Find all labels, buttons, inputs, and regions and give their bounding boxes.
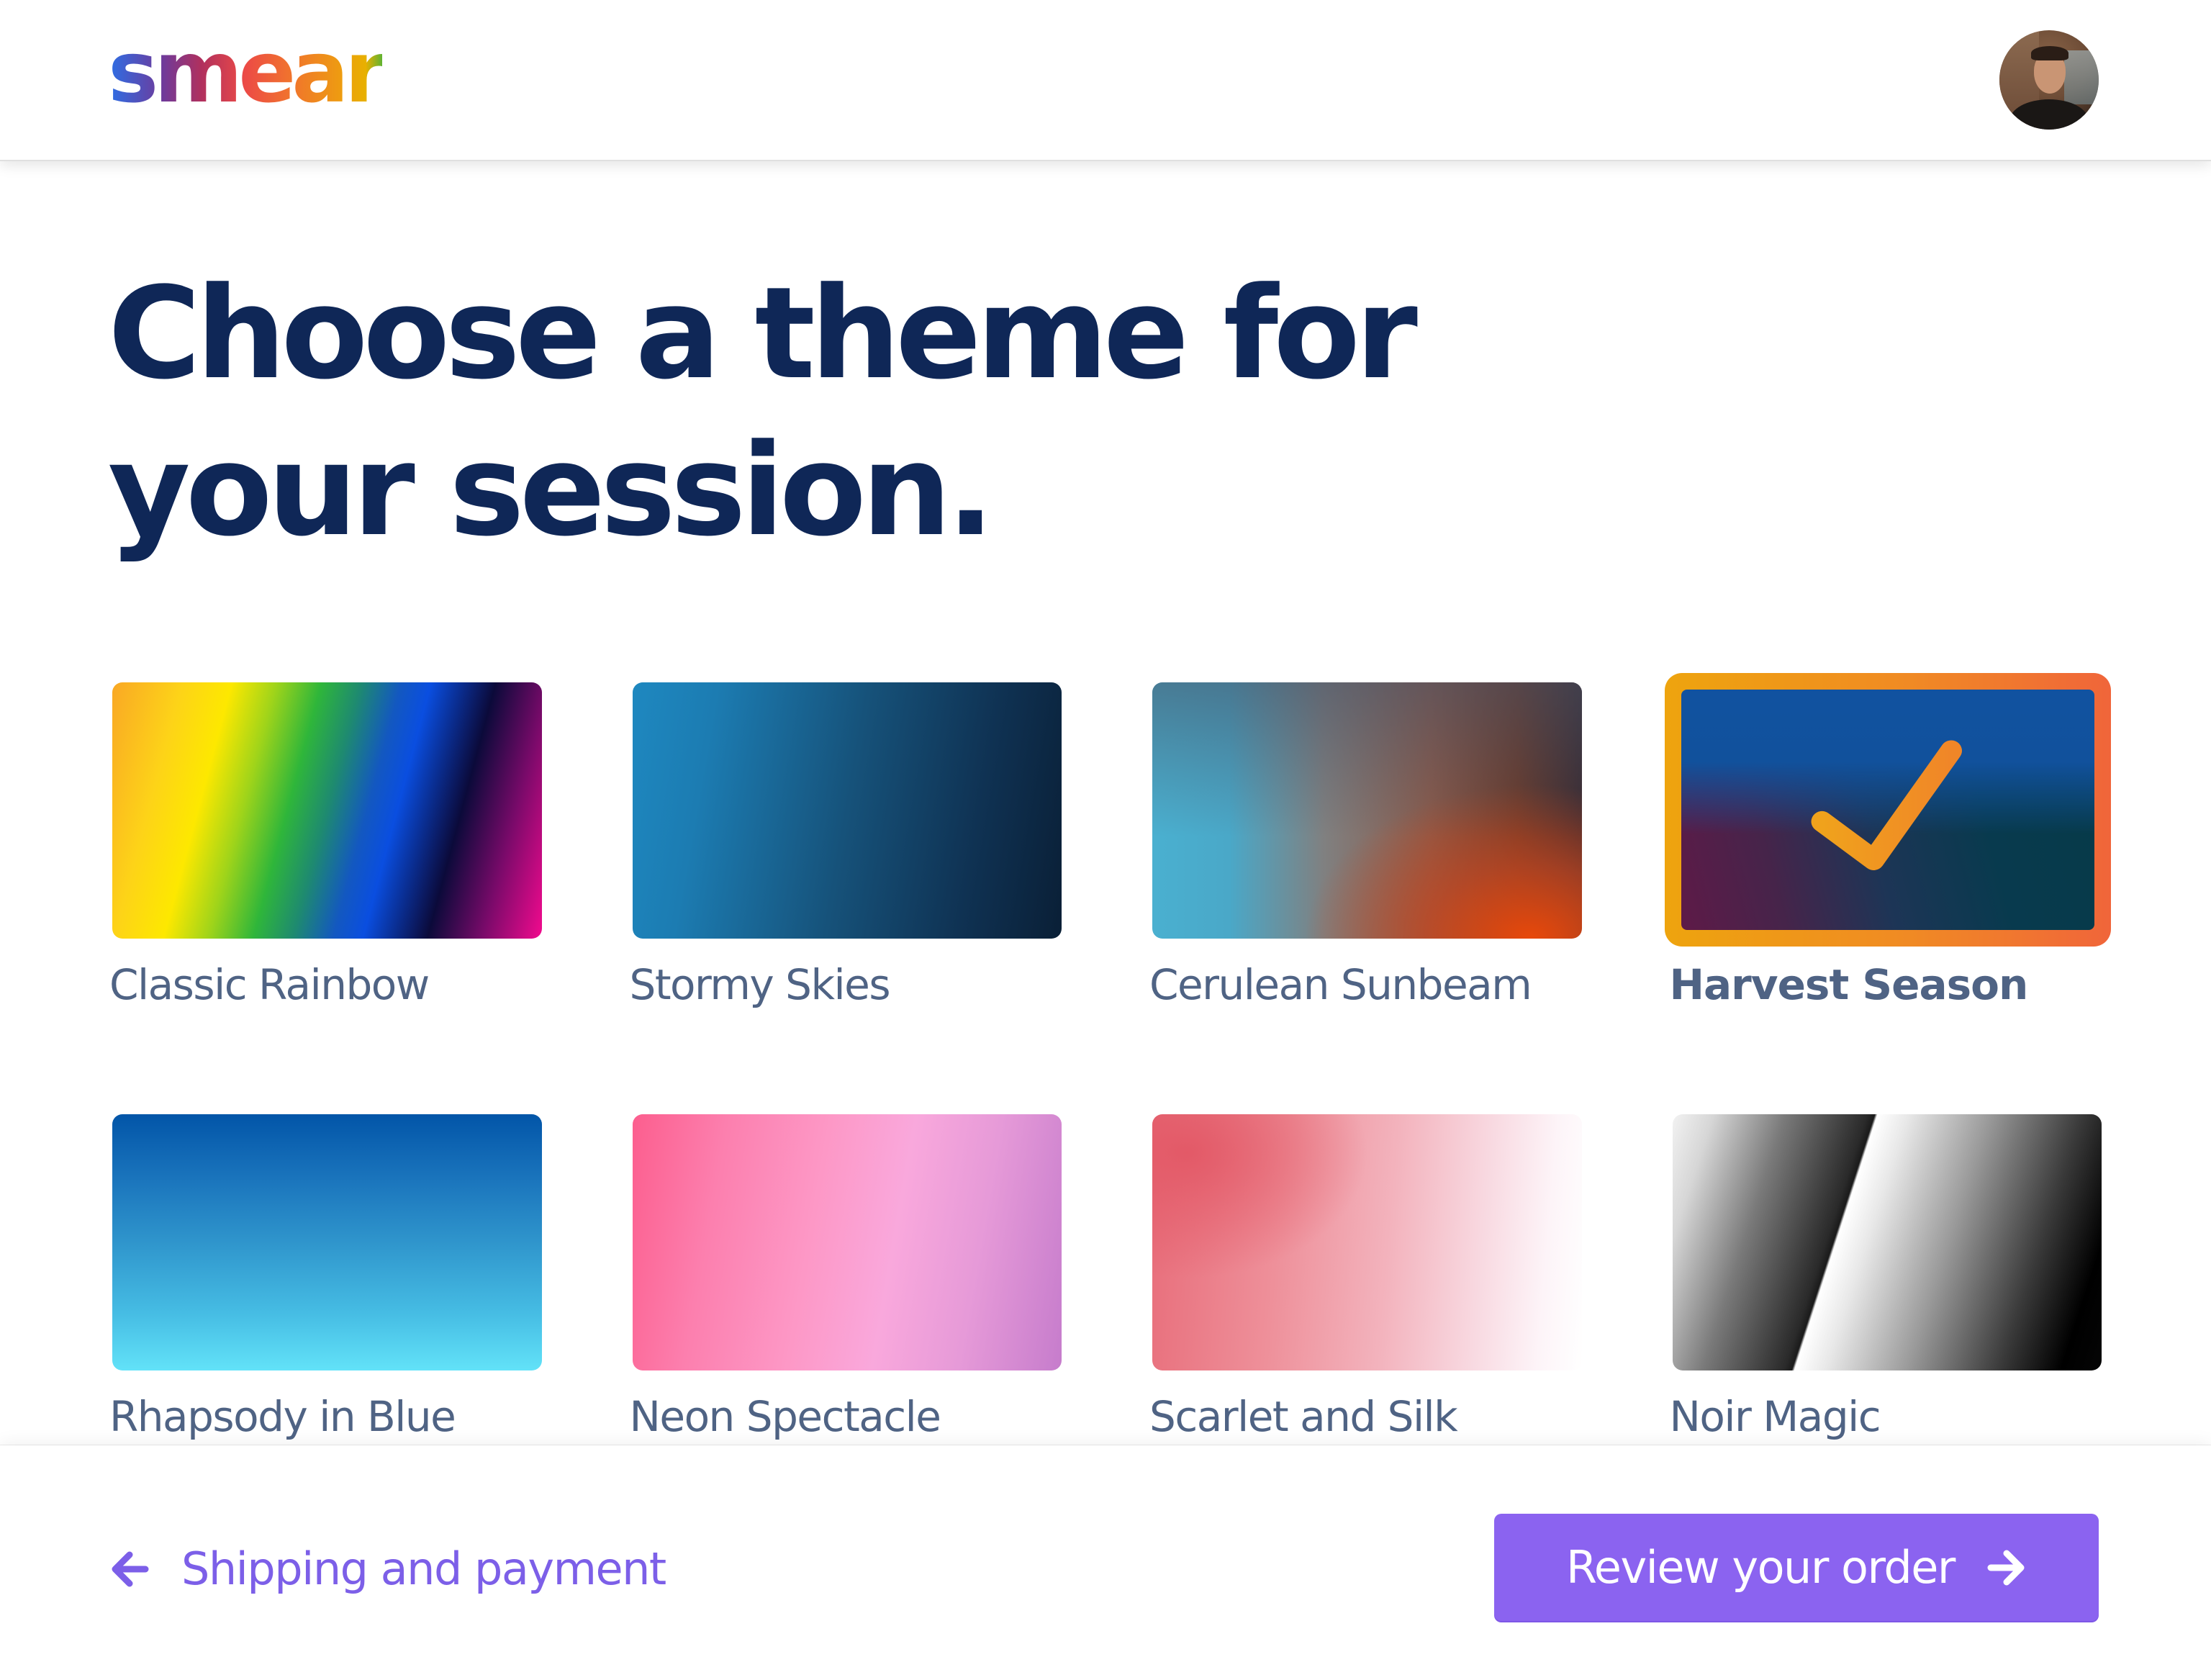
theme-label: Scarlet and Silk: [1149, 1392, 1458, 1441]
theme-label: Neon Spectacle: [629, 1392, 941, 1441]
top-header: smear: [0, 0, 2211, 160]
theme-option-noir-magic[interactable]: Noir Magic: [1670, 1114, 2102, 1441]
review-order-button[interactable]: Review your order: [1494, 1514, 2099, 1621]
theme-label: Classic Rainbow: [109, 960, 430, 1009]
avatar-photo-background-window: [2063, 50, 2099, 105]
theme-swatch[interactable]: [1152, 1114, 1582, 1370]
theme-option-scarlet-and-silk[interactable]: Scarlet and Silk: [1149, 1114, 1582, 1441]
avatar-photo-hair: [2031, 46, 2068, 60]
theme-swatch[interactable]: [1681, 690, 2094, 930]
theme-label: Cerulean Sunbeam: [1149, 960, 1532, 1009]
arrow-left-icon: [112, 1551, 149, 1587]
theme-swatch[interactable]: [1672, 1114, 2102, 1370]
theme-swatch[interactable]: [632, 1114, 1062, 1370]
theme-swatch[interactable]: [632, 682, 1062, 939]
theme-option-stormy-skies[interactable]: Stormy Skies: [630, 682, 1062, 1009]
theme-label: Stormy Skies: [629, 960, 891, 1009]
page-title-line-2: your session.: [108, 417, 995, 564]
page-title: Choose a theme for your session.: [108, 256, 1547, 569]
theme-grid: Classic Rainbow Stormy Skies Cerulean Su…: [109, 673, 2111, 1441]
arrow-right-icon: [1987, 1550, 2025, 1585]
theme-option-neon-spectacle[interactable]: Neon Spectacle: [630, 1114, 1062, 1441]
page-title-line-1: Choose a theme for: [108, 260, 1418, 407]
theme-option-classic-rainbow[interactable]: Classic Rainbow: [109, 682, 542, 1009]
theme-label-selected: Harvest Season: [1669, 960, 2029, 1009]
theme-swatch[interactable]: [112, 1114, 542, 1370]
theme-option-harvest-season[interactable]: Harvest Season: [1664, 673, 2111, 1009]
footer-nav: Shipping and payment Review your order: [0, 1445, 2211, 1680]
theme-option-rhapsody-in-blue[interactable]: Rhapsody in Blue: [109, 1114, 542, 1441]
checkmark-icon: [1811, 740, 1962, 870]
swatch-shade: [1152, 682, 1582, 836]
user-avatar[interactable]: [1999, 30, 2099, 130]
theme-label: Noir Magic: [1669, 1392, 1881, 1441]
back-link-label: Shipping and payment: [181, 1543, 666, 1595]
theme-swatch[interactable]: [1152, 682, 1582, 939]
review-order-label: Review your order: [1566, 1540, 1955, 1594]
theme-option-cerulean-sunbeam[interactable]: Cerulean Sunbeam: [1149, 682, 1582, 1009]
smear-logo[interactable]: smear: [108, 14, 386, 130]
back-to-shipping-link[interactable]: Shipping and payment: [109, 1540, 666, 1598]
theme-label: Rhapsody in Blue: [109, 1392, 456, 1441]
theme-swatch[interactable]: [112, 682, 542, 939]
